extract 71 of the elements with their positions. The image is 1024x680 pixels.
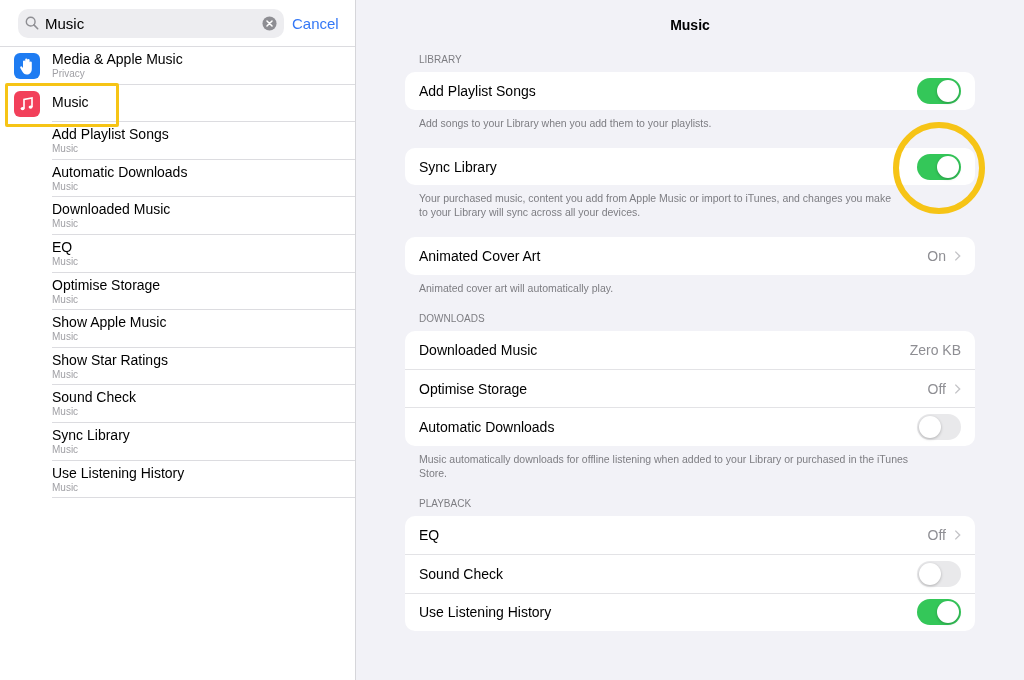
search-result[interactable]: Optimise Storage Music xyxy=(0,272,355,311)
search-result[interactable]: Downloaded Music Music xyxy=(0,197,355,235)
search-result[interactable]: Use Listening History Music xyxy=(0,460,355,499)
result-title: Add Playlist Songs xyxy=(52,126,169,144)
result-title: Media & Apple Music xyxy=(52,50,183,68)
row-label: Use Listening History xyxy=(419,604,553,621)
row-value: Off xyxy=(927,526,946,543)
section-footer: Animated cover art will automatically play. xyxy=(405,275,975,296)
row-label: Add Playlist Songs xyxy=(419,82,537,99)
row-value: On xyxy=(927,248,946,265)
search-input[interactable]: Music xyxy=(45,14,256,32)
result-title: Show Apple Music xyxy=(52,314,167,332)
row-label: Optimise Storage xyxy=(419,380,529,397)
result-subtitle: Music xyxy=(52,255,79,268)
chevron-icon xyxy=(954,382,961,395)
search-result[interactable]: EQ Music xyxy=(0,234,355,273)
row-label: Sync Library xyxy=(419,158,498,175)
page-title: Music xyxy=(670,16,710,35)
result-title: Sound Check xyxy=(52,389,137,407)
section-header: PLAYBACK xyxy=(418,498,473,512)
toggle-switch[interactable] xyxy=(917,153,961,180)
result-title: Use Listening History xyxy=(52,464,185,482)
search-result[interactable]: Sound Check Music xyxy=(0,385,355,423)
search-result[interactable]: Show Star Ratings Music xyxy=(0,347,355,386)
search-result[interactable]: Add Playlist Songs Music xyxy=(0,122,355,160)
result-subtitle: Music xyxy=(52,293,79,306)
row-label: Animated Cover Art xyxy=(419,248,542,265)
music-note-icon xyxy=(14,90,40,117)
search-result[interactable]: Show Apple Music Music xyxy=(0,310,355,348)
search-result[interactable]: Music xyxy=(0,84,355,123)
section-footer: Your purchased music, content you add from Apple Music or import to iTunes, and changes you make to your Library will sync across all your devices. xyxy=(405,185,975,220)
result-subtitle: Privacy xyxy=(52,67,85,80)
row-label: Automatic Downloads xyxy=(419,419,556,436)
result-subtitle: Music xyxy=(52,443,79,456)
result-title: EQ xyxy=(52,238,73,256)
cancel-button[interactable]: Cancel xyxy=(292,14,339,32)
result-subtitle: Music xyxy=(52,406,79,419)
result-subtitle: Music xyxy=(52,218,79,231)
toggle-switch[interactable] xyxy=(917,414,961,441)
result-title: Downloaded Music xyxy=(52,201,171,219)
result-subtitle: Music xyxy=(52,368,79,381)
result-subtitle: Music xyxy=(52,331,79,344)
result-title: Music xyxy=(52,94,89,112)
result-title: Optimise Storage xyxy=(52,276,161,294)
toggle-switch[interactable] xyxy=(917,77,961,104)
clear-icon[interactable] xyxy=(262,15,277,31)
result-subtitle: Music xyxy=(52,180,79,193)
search-result[interactable]: Automatic Downloads Music xyxy=(0,159,355,198)
search-field[interactable]: Music xyxy=(18,8,284,38)
chevron-icon xyxy=(954,528,961,541)
result-title: Show Star Ratings xyxy=(52,351,168,369)
section-footer: Music automatically downloads for offline listening when added to your Library or purchased in the iTunes Store. xyxy=(405,446,975,481)
section-footer: Add songs to your Library when you add them to your playlists. xyxy=(405,109,975,130)
row-label: Downloaded Music xyxy=(419,341,539,358)
section-header: DOWNLOADS xyxy=(418,313,486,327)
chevron-icon xyxy=(954,250,961,263)
toggle-switch[interactable] xyxy=(917,560,961,587)
row-value: Off xyxy=(927,380,946,397)
hand-icon xyxy=(14,53,40,79)
result-subtitle: Music xyxy=(52,143,79,156)
row-label: EQ xyxy=(419,526,441,543)
search-result[interactable]: Sync Library Music xyxy=(0,422,355,461)
search-icon xyxy=(25,16,39,30)
row-label: Sound Check xyxy=(419,565,505,582)
result-title: Sync Library xyxy=(52,426,130,444)
result-title: Automatic Downloads xyxy=(52,163,188,181)
toggle-switch[interactable] xyxy=(917,599,961,626)
row-value: Zero KB xyxy=(909,341,961,358)
search-result[interactable]: Media & Apple Music Privacy xyxy=(0,47,355,85)
result-subtitle: Music xyxy=(52,481,79,494)
section-header: LIBRARY xyxy=(418,54,463,67)
